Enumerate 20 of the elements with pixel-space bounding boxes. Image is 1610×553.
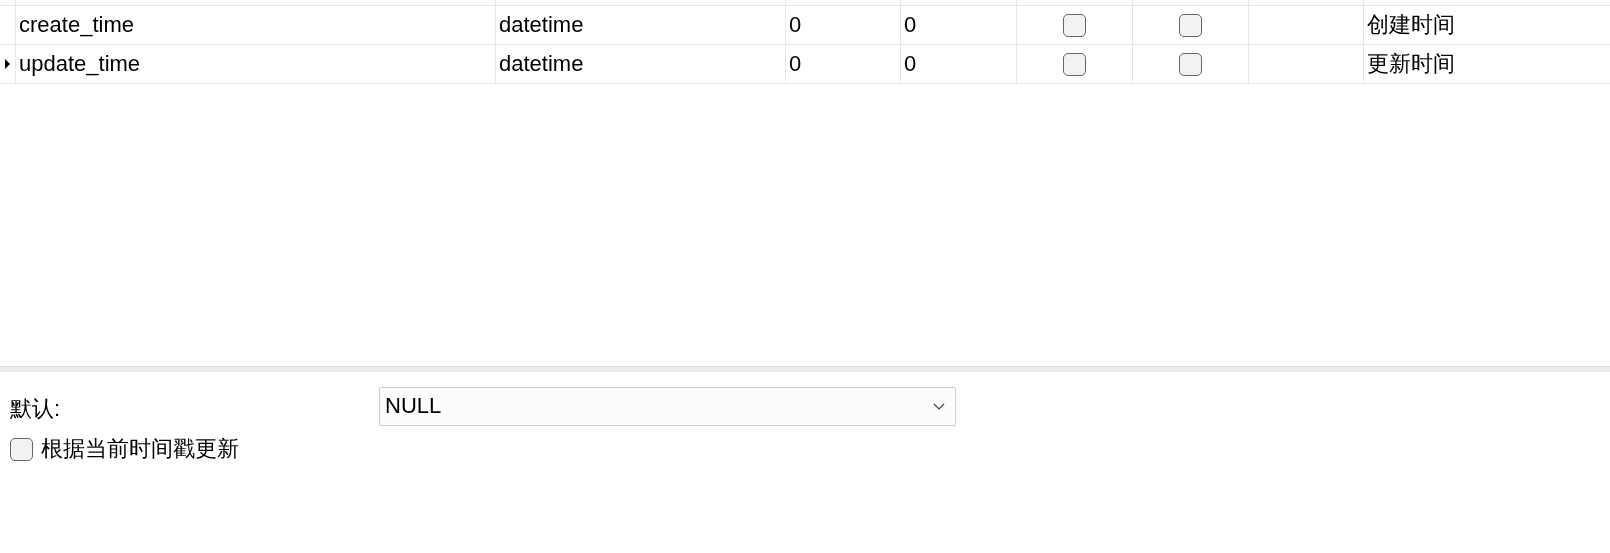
current-row-icon bbox=[5, 59, 10, 69]
decimals-cell: 0 bbox=[904, 51, 917, 77]
on-update-label: 根据当前时间戳更新 bbox=[41, 435, 239, 463]
on-update-checkbox[interactable] bbox=[10, 437, 33, 461]
not-null-checkbox[interactable] bbox=[1063, 52, 1086, 76]
length-cell: 0 bbox=[789, 12, 802, 38]
not-null-checkbox[interactable] bbox=[1063, 13, 1086, 37]
key-checkbox[interactable] bbox=[1179, 52, 1202, 76]
field-name-cell: create_time bbox=[19, 12, 134, 38]
comment-cell-text: 更新时间 bbox=[1367, 50, 1455, 78]
field-type-cell: datetime bbox=[499, 51, 584, 77]
key-checkbox[interactable] bbox=[1179, 13, 1202, 37]
chevron-down-icon bbox=[933, 402, 945, 410]
default-label: 默认: bbox=[10, 395, 62, 423]
field-type-cell: datetime bbox=[499, 12, 584, 38]
field-name-cell: update_time bbox=[19, 51, 141, 77]
default-dropdown[interactable]: NULL bbox=[379, 386, 956, 426]
comment-cell-text: 创建时间 bbox=[1367, 11, 1455, 39]
decimals-cell: 0 bbox=[904, 12, 917, 38]
length-cell: 0 bbox=[789, 51, 802, 77]
